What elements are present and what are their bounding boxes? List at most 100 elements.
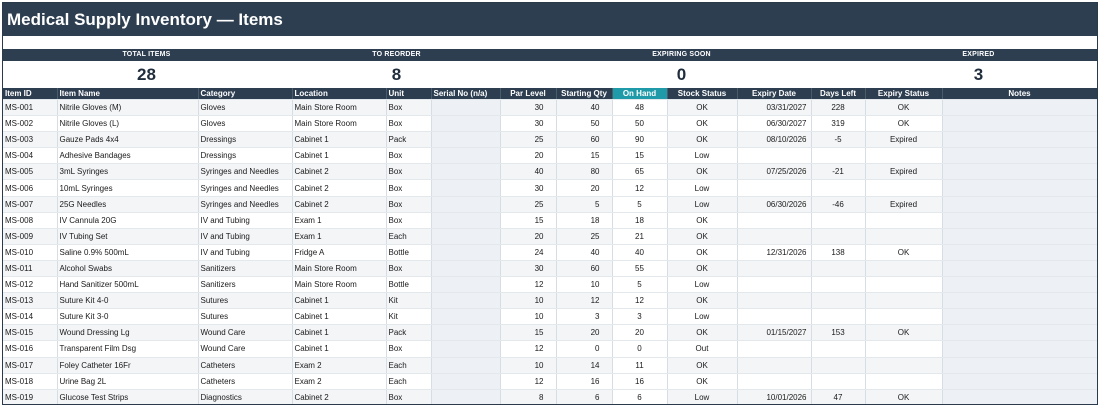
cell-location[interactable]: Exam 1 (292, 212, 387, 229)
cell-location[interactable]: Exam 1 (292, 228, 387, 245)
cell-stock-status[interactable]: OK (667, 163, 738, 181)
cell-unit[interactable]: Pack (386, 131, 432, 149)
cell-item-id[interactable]: MS-004 (3, 147, 58, 165)
cell-on-hand[interactable]: 5 (612, 196, 668, 213)
col-expiry-date[interactable]: Expiry Date (737, 88, 812, 100)
cell-item-name[interactable]: Glucose Test Strips (57, 389, 199, 404)
cell-item-name[interactable]: Foley Catheter 16Fr (57, 357, 199, 374)
cell-category[interactable]: Wound Care (198, 340, 293, 358)
cell-location[interactable]: Main Store Room (292, 260, 387, 278)
cell-item-name[interactable]: Nitrile Gloves (M) (57, 99, 199, 117)
cell-stock-status[interactable]: Out (667, 340, 738, 358)
cell-days-left[interactable]: -5 (811, 131, 866, 149)
cell-unit[interactable]: Box (386, 99, 432, 117)
cell-days-left[interactable] (811, 308, 866, 326)
cell-par-level[interactable]: 24 (500, 244, 557, 261)
cell-days-left[interactable] (811, 179, 866, 197)
cell-stock-status[interactable]: OK (667, 212, 738, 229)
cell-item-id[interactable]: MS-014 (3, 308, 58, 326)
cell-expiry-status[interactable] (865, 340, 943, 358)
cell-starting-qty[interactable]: 6 (556, 389, 613, 404)
cell-starting-qty[interactable]: 20 (556, 324, 613, 342)
cell-days-left[interactable] (811, 276, 866, 294)
cell-notes[interactable] (942, 228, 1097, 245)
cell-item-name[interactable]: Adhesive Bandages (57, 147, 199, 165)
col-stock-status[interactable]: Stock Status (667, 88, 738, 100)
cell-days-left[interactable] (811, 147, 866, 165)
cell-category[interactable]: Gloves (198, 115, 293, 133)
cell-on-hand[interactable]: 48 (612, 99, 668, 117)
cell-item-name[interactable]: Alcohol Swabs (57, 260, 199, 278)
cell-item-name[interactable]: 3mL Syringes (57, 163, 199, 181)
cell-location[interactable]: Main Store Room (292, 115, 387, 133)
cell-serial-no[interactable] (431, 179, 501, 197)
cell-stock-status[interactable]: OK (667, 131, 738, 149)
cell-serial-no[interactable] (431, 212, 501, 229)
cell-item-id[interactable]: MS-008 (3, 212, 58, 229)
cell-unit[interactable]: Kit (386, 292, 432, 310)
cell-notes[interactable] (942, 115, 1097, 133)
cell-item-id[interactable]: MS-001 (3, 99, 58, 117)
cell-starting-qty[interactable]: 80 (556, 163, 613, 181)
cell-stock-status[interactable]: Low (667, 276, 738, 294)
cell-item-id[interactable]: MS-015 (3, 324, 58, 342)
cell-serial-no[interactable] (431, 228, 501, 245)
kpi-total-items-value[interactable]: 28 (3, 61, 290, 88)
cell-stock-status[interactable]: Low (667, 196, 738, 213)
cell-notes[interactable] (942, 163, 1097, 181)
cell-item-name[interactable]: Hand Sanitizer 500mL (57, 276, 199, 294)
cell-stock-status[interactable]: OK (667, 99, 738, 117)
cell-serial-no[interactable] (431, 357, 501, 374)
cell-par-level[interactable]: 30 (500, 115, 557, 133)
cell-expiry-date[interactable]: 06/30/2027 (737, 115, 812, 133)
cell-item-name[interactable]: Wound Dressing Lg (57, 324, 199, 342)
cell-item-name[interactable]: Nitrile Gloves (L) (57, 115, 199, 133)
cell-expiry-date[interactable]: 06/30/2026 (737, 196, 812, 213)
cell-par-level[interactable]: 40 (500, 163, 557, 181)
cell-par-level[interactable]: 30 (500, 179, 557, 197)
kpi-to-reorder-value[interactable]: 8 (290, 61, 503, 88)
cell-days-left[interactable]: 228 (811, 99, 866, 117)
cell-stock-status[interactable]: Low (667, 308, 738, 326)
cell-unit[interactable]: Kit (386, 308, 432, 326)
cell-item-id[interactable]: MS-018 (3, 373, 58, 390)
cell-on-hand[interactable]: 90 (612, 131, 668, 149)
cell-category[interactable]: Syringes and Needles (198, 179, 293, 197)
cell-par-level[interactable]: 12 (500, 340, 557, 358)
cell-par-level[interactable]: 10 (500, 292, 557, 310)
cell-serial-no[interactable] (431, 308, 501, 326)
cell-location[interactable]: Main Store Room (292, 276, 387, 294)
cell-on-hand[interactable]: 50 (612, 115, 668, 133)
cell-on-hand[interactable]: 55 (612, 260, 668, 278)
cell-expiry-date[interactable] (737, 292, 812, 310)
cell-expiry-status[interactable]: OK (865, 115, 943, 133)
cell-par-level[interactable]: 25 (500, 131, 557, 149)
cell-starting-qty[interactable]: 15 (556, 147, 613, 165)
cell-on-hand[interactable]: 6 (612, 389, 668, 404)
cell-starting-qty[interactable]: 10 (556, 276, 613, 294)
cell-item-name[interactable]: Urine Bag 2L (57, 373, 199, 390)
cell-notes[interactable] (942, 389, 1097, 404)
cell-notes[interactable] (942, 196, 1097, 213)
cell-unit[interactable]: Box (386, 115, 432, 133)
cell-starting-qty[interactable]: 16 (556, 373, 613, 390)
cell-serial-no[interactable] (431, 99, 501, 117)
cell-item-id[interactable]: MS-017 (3, 357, 58, 374)
cell-on-hand[interactable]: 12 (612, 179, 668, 197)
cell-par-level[interactable]: 20 (500, 228, 557, 245)
cell-serial-no[interactable] (431, 131, 501, 149)
col-serial-no[interactable]: Serial No (n/a) (431, 88, 501, 100)
cell-unit[interactable]: Box (386, 179, 432, 197)
cell-on-hand[interactable]: 15 (612, 147, 668, 165)
cell-par-level[interactable]: 25 (500, 196, 557, 213)
cell-item-id[interactable]: MS-016 (3, 340, 58, 358)
cell-serial-no[interactable] (431, 373, 501, 390)
cell-unit[interactable]: Box (386, 196, 432, 213)
cell-expiry-date[interactable]: 01/15/2027 (737, 324, 812, 342)
cell-category[interactable]: IV and Tubing (198, 244, 293, 261)
col-item-name[interactable]: Item Name (57, 88, 199, 100)
cell-category[interactable]: Sanitizers (198, 276, 293, 294)
cell-expiry-date[interactable] (737, 179, 812, 197)
cell-expiry-status[interactable] (865, 228, 943, 245)
cell-days-left[interactable]: 138 (811, 244, 866, 261)
